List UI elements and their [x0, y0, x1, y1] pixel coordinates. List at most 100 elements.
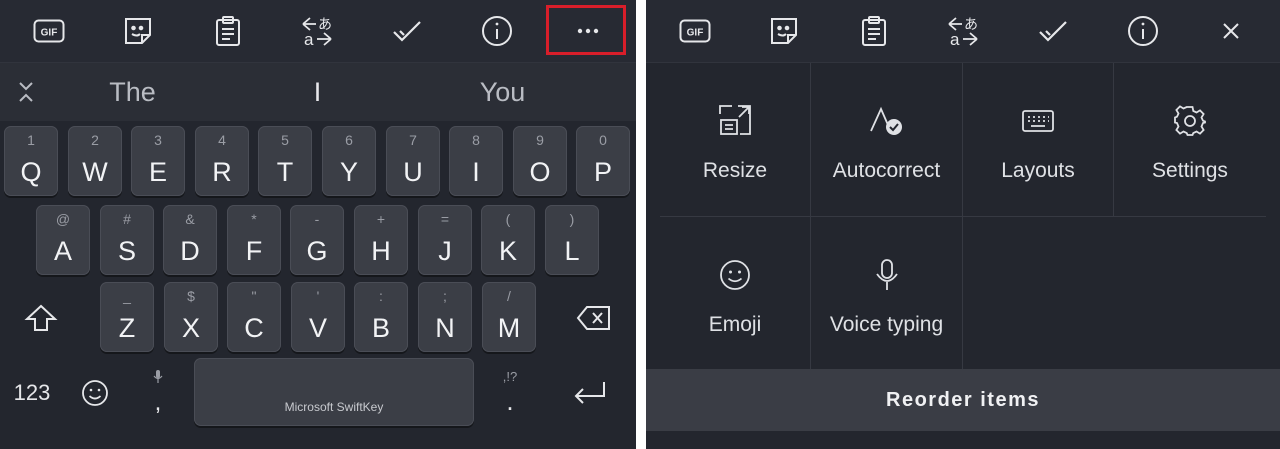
checkmark-icon[interactable]: [1008, 0, 1098, 62]
key-x[interactable]: $ X: [164, 282, 218, 352]
key-label: W: [82, 157, 108, 187]
key-label: O: [529, 157, 551, 187]
key-hint: #: [123, 211, 131, 227]
gif-icon[interactable]: GIF: [650, 0, 740, 62]
key-y[interactable]: 6Y: [322, 126, 376, 196]
reorder-items-button[interactable]: Reorder items: [646, 369, 1280, 431]
key-label: F: [245, 236, 263, 266]
key-m[interactable]: / M: [482, 282, 536, 352]
period-hint: ,!?: [502, 369, 518, 384]
key-c[interactable]: " C: [227, 282, 281, 352]
key-d[interactable]: & D: [163, 205, 217, 275]
autocorrect-icon: [869, 103, 905, 139]
key-hint: =: [440, 211, 450, 227]
menu-item-autocorrect[interactable]: Autocorrect: [811, 63, 962, 216]
key-label: U: [403, 157, 423, 187]
key-u[interactable]: 7U: [386, 126, 440, 196]
sticker-icon[interactable]: [739, 0, 829, 62]
key-o[interactable]: 9O: [513, 126, 567, 196]
key-hint: +: [376, 211, 386, 227]
key-label: Y: [339, 157, 358, 187]
key-hint: $: [187, 288, 195, 304]
emoji-icon: [719, 257, 751, 293]
key-hint: 3: [154, 132, 162, 148]
menu-item-settings[interactable]: Settings: [1114, 63, 1266, 216]
key-j[interactable]: = J: [418, 205, 472, 275]
key-label: D: [180, 236, 200, 266]
key-b[interactable]: :B: [354, 282, 408, 352]
period-key[interactable]: ,!? .: [490, 362, 530, 424]
suggestion-2[interactable]: I: [245, 63, 390, 121]
key-label: C: [244, 313, 264, 343]
key-label: Q: [20, 157, 42, 187]
key-s[interactable]: # S: [100, 205, 154, 275]
space-bar[interactable]: Microsoft SwiftKey: [194, 358, 474, 426]
key-q[interactable]: 1Q: [4, 126, 58, 196]
key-i[interactable]: 8I: [449, 126, 503, 196]
menu-item-emoji[interactable]: Emoji: [660, 217, 810, 369]
key-z[interactable]: _ Z: [100, 282, 154, 352]
close-icon[interactable]: [1186, 0, 1276, 62]
resize-icon: [718, 103, 752, 139]
key-hint: 5: [281, 132, 289, 148]
key-h[interactable]: + H: [354, 205, 408, 275]
emoji-key-icon[interactable]: [72, 362, 118, 424]
key-n[interactable]: ; N: [418, 282, 472, 352]
enter-icon[interactable]: [562, 362, 618, 424]
suggestion-3[interactable]: You: [430, 63, 575, 121]
more-dots-icon[interactable]: [545, 0, 631, 62]
key-label: J: [438, 236, 452, 266]
key-l[interactable]: ) L: [545, 205, 599, 275]
backspace-icon[interactable]: [566, 288, 622, 348]
key-a[interactable]: @ A: [36, 205, 90, 275]
info-icon[interactable]: [1098, 0, 1188, 62]
key-hint: 8: [472, 132, 480, 148]
key-label: H: [371, 236, 391, 266]
menu-item-label: Layouts: [1001, 159, 1075, 182]
key-hint: 2: [91, 132, 99, 148]
key-hint: @: [55, 211, 71, 227]
shift-icon[interactable]: [18, 288, 64, 348]
key-w[interactable]: 2W: [68, 126, 122, 196]
comma-key[interactable]: ,: [140, 362, 176, 424]
menu-panel: GIF あ a Resize Autocorrect Layouts Setti…: [646, 0, 1280, 449]
suggestion-1[interactable]: The: [60, 63, 205, 121]
translate-icon[interactable]: あ a: [272, 0, 362, 62]
key-label: Z: [118, 313, 136, 343]
key-label: K: [498, 236, 517, 266]
svg-text:a: a: [304, 30, 314, 47]
key-hint: -: [314, 211, 320, 227]
menu-item-layouts[interactable]: Layouts: [963, 63, 1113, 216]
clipboard-icon[interactable]: [829, 0, 919, 62]
microphone-hint-icon: [153, 370, 163, 383]
menu-item-label: Autocorrect: [832, 159, 941, 182]
key-hint: ": [251, 288, 257, 304]
key-r[interactable]: 4R: [195, 126, 249, 196]
key-label: T: [276, 157, 294, 187]
key-g[interactable]: -G: [290, 205, 344, 275]
key-hint: :: [379, 288, 383, 304]
key-k[interactable]: (K: [481, 205, 535, 275]
info-icon[interactable]: [452, 0, 542, 62]
sticker-icon[interactable]: [93, 0, 183, 62]
svg-text:a: a: [950, 30, 960, 47]
numbers-key[interactable]: 123: [4, 362, 60, 424]
key-v[interactable]: ' V: [291, 282, 345, 352]
key-p[interactable]: 0P: [576, 126, 630, 196]
menu-item-resize[interactable]: Resize: [660, 63, 810, 216]
gif-icon[interactable]: GIF: [4, 0, 94, 62]
collapse-icon[interactable]: [8, 76, 44, 108]
key-hint: ): [569, 211, 575, 227]
key-hint: 4: [218, 132, 226, 148]
key-e[interactable]: 3E: [131, 126, 185, 196]
clipboard-icon[interactable]: [183, 0, 273, 62]
keyboard-layout-icon: [1021, 103, 1055, 139]
key-f[interactable]: * F: [227, 205, 281, 275]
menu-toolbar: GIF あ a: [646, 0, 1280, 63]
translate-icon[interactable]: あ a: [918, 0, 1008, 62]
checkmark-icon[interactable]: [362, 0, 452, 62]
key-t[interactable]: 5T: [258, 126, 312, 196]
menu-item-label: Settings: [1152, 159, 1228, 182]
key-hint: &: [185, 211, 195, 227]
menu-item-voice-typing[interactable]: Voice typing: [811, 217, 962, 369]
